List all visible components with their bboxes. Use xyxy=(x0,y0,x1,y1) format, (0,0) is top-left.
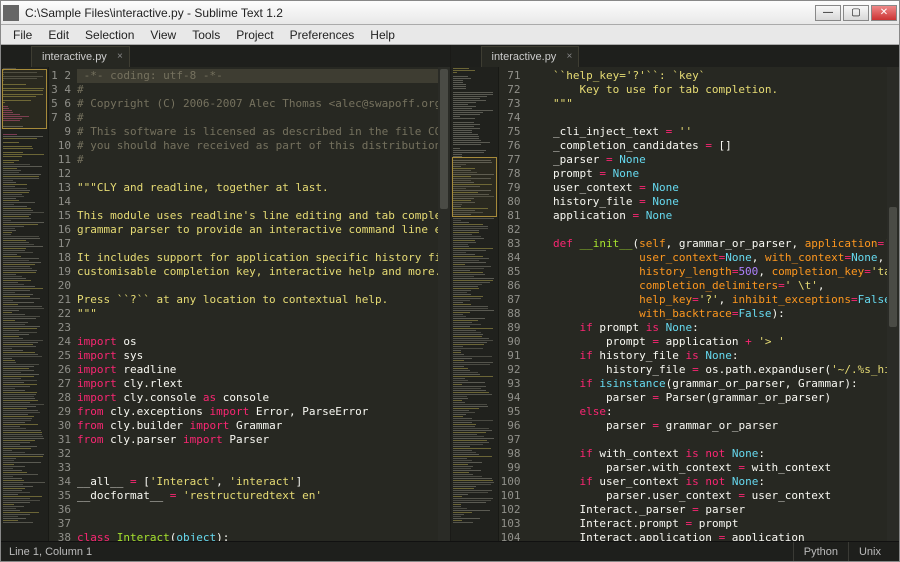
tab-label: interactive.py xyxy=(42,51,107,63)
tab-label: interactive.py xyxy=(492,51,557,63)
scrollbar-thumb[interactable] xyxy=(440,69,448,209)
menu-selection[interactable]: Selection xyxy=(77,26,142,44)
window-controls: — ▢ ✕ xyxy=(815,5,897,21)
gutter-left: 1 2 3 4 5 6 7 8 9 10 11 12 13 14 15 16 1… xyxy=(49,67,77,541)
menu-file[interactable]: File xyxy=(5,26,40,44)
menu-project[interactable]: Project xyxy=(228,26,281,44)
close-button[interactable]: ✕ xyxy=(871,5,897,21)
scrollbar-left[interactable] xyxy=(438,67,450,541)
menu-help[interactable]: Help xyxy=(362,26,403,44)
status-line-endings[interactable]: Unix xyxy=(848,542,891,561)
gutter-right: 71 72 73 74 75 76 77 78 79 80 81 82 83 8… xyxy=(499,67,527,541)
menu-view[interactable]: View xyxy=(142,26,184,44)
titlebar[interactable]: C:\Sample Files\interactive.py - Sublime… xyxy=(1,1,899,25)
scrollbar-right[interactable] xyxy=(887,67,899,541)
menubar: FileEditSelectionViewToolsProjectPrefere… xyxy=(1,25,899,45)
minimap-right[interactable] xyxy=(451,67,499,541)
close-icon[interactable]: × xyxy=(117,51,123,62)
window-title: C:\Sample Files\interactive.py - Sublime… xyxy=(25,6,815,20)
pane-right: interactive.py × 71 72 73 74 75 76 77 78… xyxy=(451,45,900,541)
tab-row-right: interactive.py × xyxy=(451,45,900,67)
menu-tools[interactable]: Tools xyxy=(184,26,228,44)
menu-preferences[interactable]: Preferences xyxy=(282,26,363,44)
editor-area: interactive.py × 1 2 3 4 5 6 7 8 9 10 11… xyxy=(1,45,899,541)
minimap-viewport[interactable] xyxy=(2,69,47,129)
app-icon xyxy=(3,5,19,21)
maximize-button[interactable]: ▢ xyxy=(843,5,869,21)
minimap-left[interactable] xyxy=(1,67,49,541)
status-position: Line 1, Column 1 xyxy=(9,546,793,558)
minimap-viewport[interactable] xyxy=(452,157,497,217)
tab-right[interactable]: interactive.py × xyxy=(481,46,580,67)
pane-left: interactive.py × 1 2 3 4 5 6 7 8 9 10 11… xyxy=(1,45,451,541)
code-container-right: 71 72 73 74 75 76 77 78 79 80 81 82 83 8… xyxy=(451,67,900,541)
minimize-button[interactable]: — xyxy=(815,5,841,21)
code-right[interactable]: ``help_key='?'``: `key` Key to use for t… xyxy=(527,67,888,541)
app-window: C:\Sample Files\interactive.py - Sublime… xyxy=(0,0,900,562)
scrollbar-thumb[interactable] xyxy=(889,207,897,327)
status-language[interactable]: Python xyxy=(793,542,848,561)
tab-row-left: interactive.py × xyxy=(1,45,450,67)
menu-edit[interactable]: Edit xyxy=(40,26,77,44)
close-icon[interactable]: × xyxy=(566,51,572,62)
tab-left[interactable]: interactive.py × xyxy=(31,46,130,67)
code-container-left: 1 2 3 4 5 6 7 8 9 10 11 12 13 14 15 16 1… xyxy=(1,67,450,541)
code-left[interactable]: -*- coding: utf-8 -*- # # Copyright (C) … xyxy=(77,67,438,541)
statusbar: Line 1, Column 1 Python Unix xyxy=(1,541,899,561)
